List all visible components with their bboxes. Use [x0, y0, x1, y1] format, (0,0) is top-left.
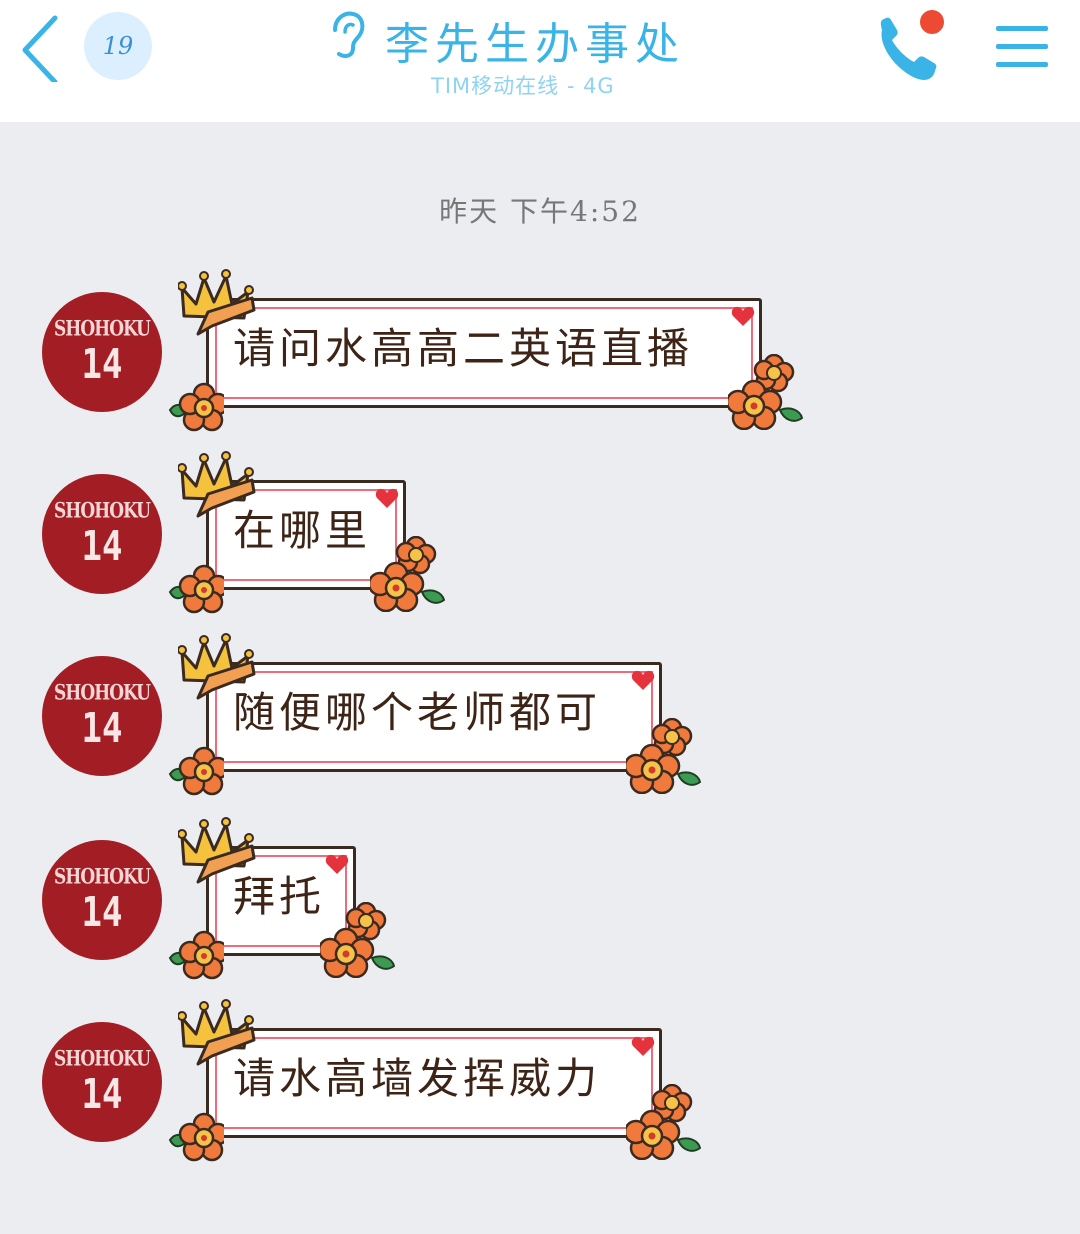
avatar-number-text: 14 [81, 889, 123, 937]
flower-icon [168, 746, 224, 796]
avatar-team-text: SHOHOKU [53, 680, 151, 706]
back-button[interactable] [14, 12, 64, 82]
hamburger-menu-icon [996, 26, 1048, 67]
message-bubble[interactable]: 请问水高高二英语直播 [206, 298, 762, 408]
flower-icon [168, 930, 224, 980]
avatar-team-text: SHOHOKU [53, 864, 151, 890]
message-text: 请水高墙发挥威力 [233, 1054, 602, 1103]
avatar[interactable]: SHOHOKU 14 [42, 656, 162, 776]
menu-button[interactable] [994, 18, 1050, 74]
message-row: SHOHOKU 14 随便哪个老师都可 [0, 630, 1080, 800]
notification-dot [920, 10, 944, 34]
message-bubble[interactable]: 随便哪个老师都可 [206, 662, 662, 772]
heart-icon [325, 854, 349, 874]
call-button[interactable] [866, 10, 946, 85]
avatar-team-text: SHOHOKU [53, 498, 151, 524]
avatar[interactable]: SHOHOKU 14 [42, 474, 162, 594]
flower-icon [626, 718, 702, 794]
avatar-team-text: SHOHOKU [53, 316, 151, 342]
message-row: SHOHOKU 14 在哪里 [0, 448, 1080, 618]
avatar-number-text: 14 [81, 341, 123, 389]
message-text: 随便哪个老师都可 [233, 688, 602, 737]
message-row: SHOHOKU 14 请问水高高二英语直播 [0, 266, 1080, 436]
flower-icon [168, 1112, 224, 1162]
avatar-number-text: 14 [81, 705, 123, 753]
ear-icon [333, 11, 365, 58]
avatar-number-text: 14 [81, 523, 123, 571]
avatar[interactable]: SHOHOKU 14 [42, 292, 162, 412]
avatar-number-text: 14 [81, 1071, 123, 1119]
message-timestamp: 昨天 下午4:52 [439, 195, 641, 228]
phone-icon [880, 10, 944, 80]
crown-icon [178, 633, 256, 700]
chat-header: 19 李先生办事处 TIM移动在线 - 4G [0, 0, 1080, 122]
chevron-left-icon [22, 15, 58, 82]
crown-icon [178, 999, 256, 1066]
heart-icon [631, 1036, 655, 1056]
flower-icon [320, 902, 396, 978]
unread-count-badge[interactable]: 19 [84, 12, 152, 80]
avatar-team-text: SHOHOKU [53, 1046, 151, 1072]
crown-icon [178, 269, 256, 336]
message-bubble[interactable]: 请水高墙发挥威力 [206, 1028, 662, 1138]
message-text: 请问水高高二英语直播 [233, 324, 694, 373]
avatar[interactable]: SHOHOKU 14 [42, 1022, 162, 1142]
flower-icon [168, 564, 224, 614]
flower-icon [626, 1084, 702, 1160]
chat-title: 李先生办事处 [385, 19, 685, 70]
message-row: SHOHOKU 14 拜托 [0, 814, 1080, 984]
heart-icon [631, 670, 655, 690]
crown-icon [178, 451, 256, 518]
flower-icon [728, 354, 804, 430]
heart-icon [375, 488, 399, 508]
heart-icon [731, 306, 755, 326]
message-row: SHOHOKU 14 请水高墙发挥威力 [0, 996, 1080, 1166]
crown-icon [178, 817, 256, 884]
title-area[interactable]: 李先生办事处 TIM移动在线 - 4G [325, 4, 745, 114]
online-status: TIM移动在线 - 4G [431, 74, 615, 98]
flower-icon [370, 536, 446, 612]
avatar[interactable]: SHOHOKU 14 [42, 840, 162, 960]
flower-icon [168, 382, 224, 432]
